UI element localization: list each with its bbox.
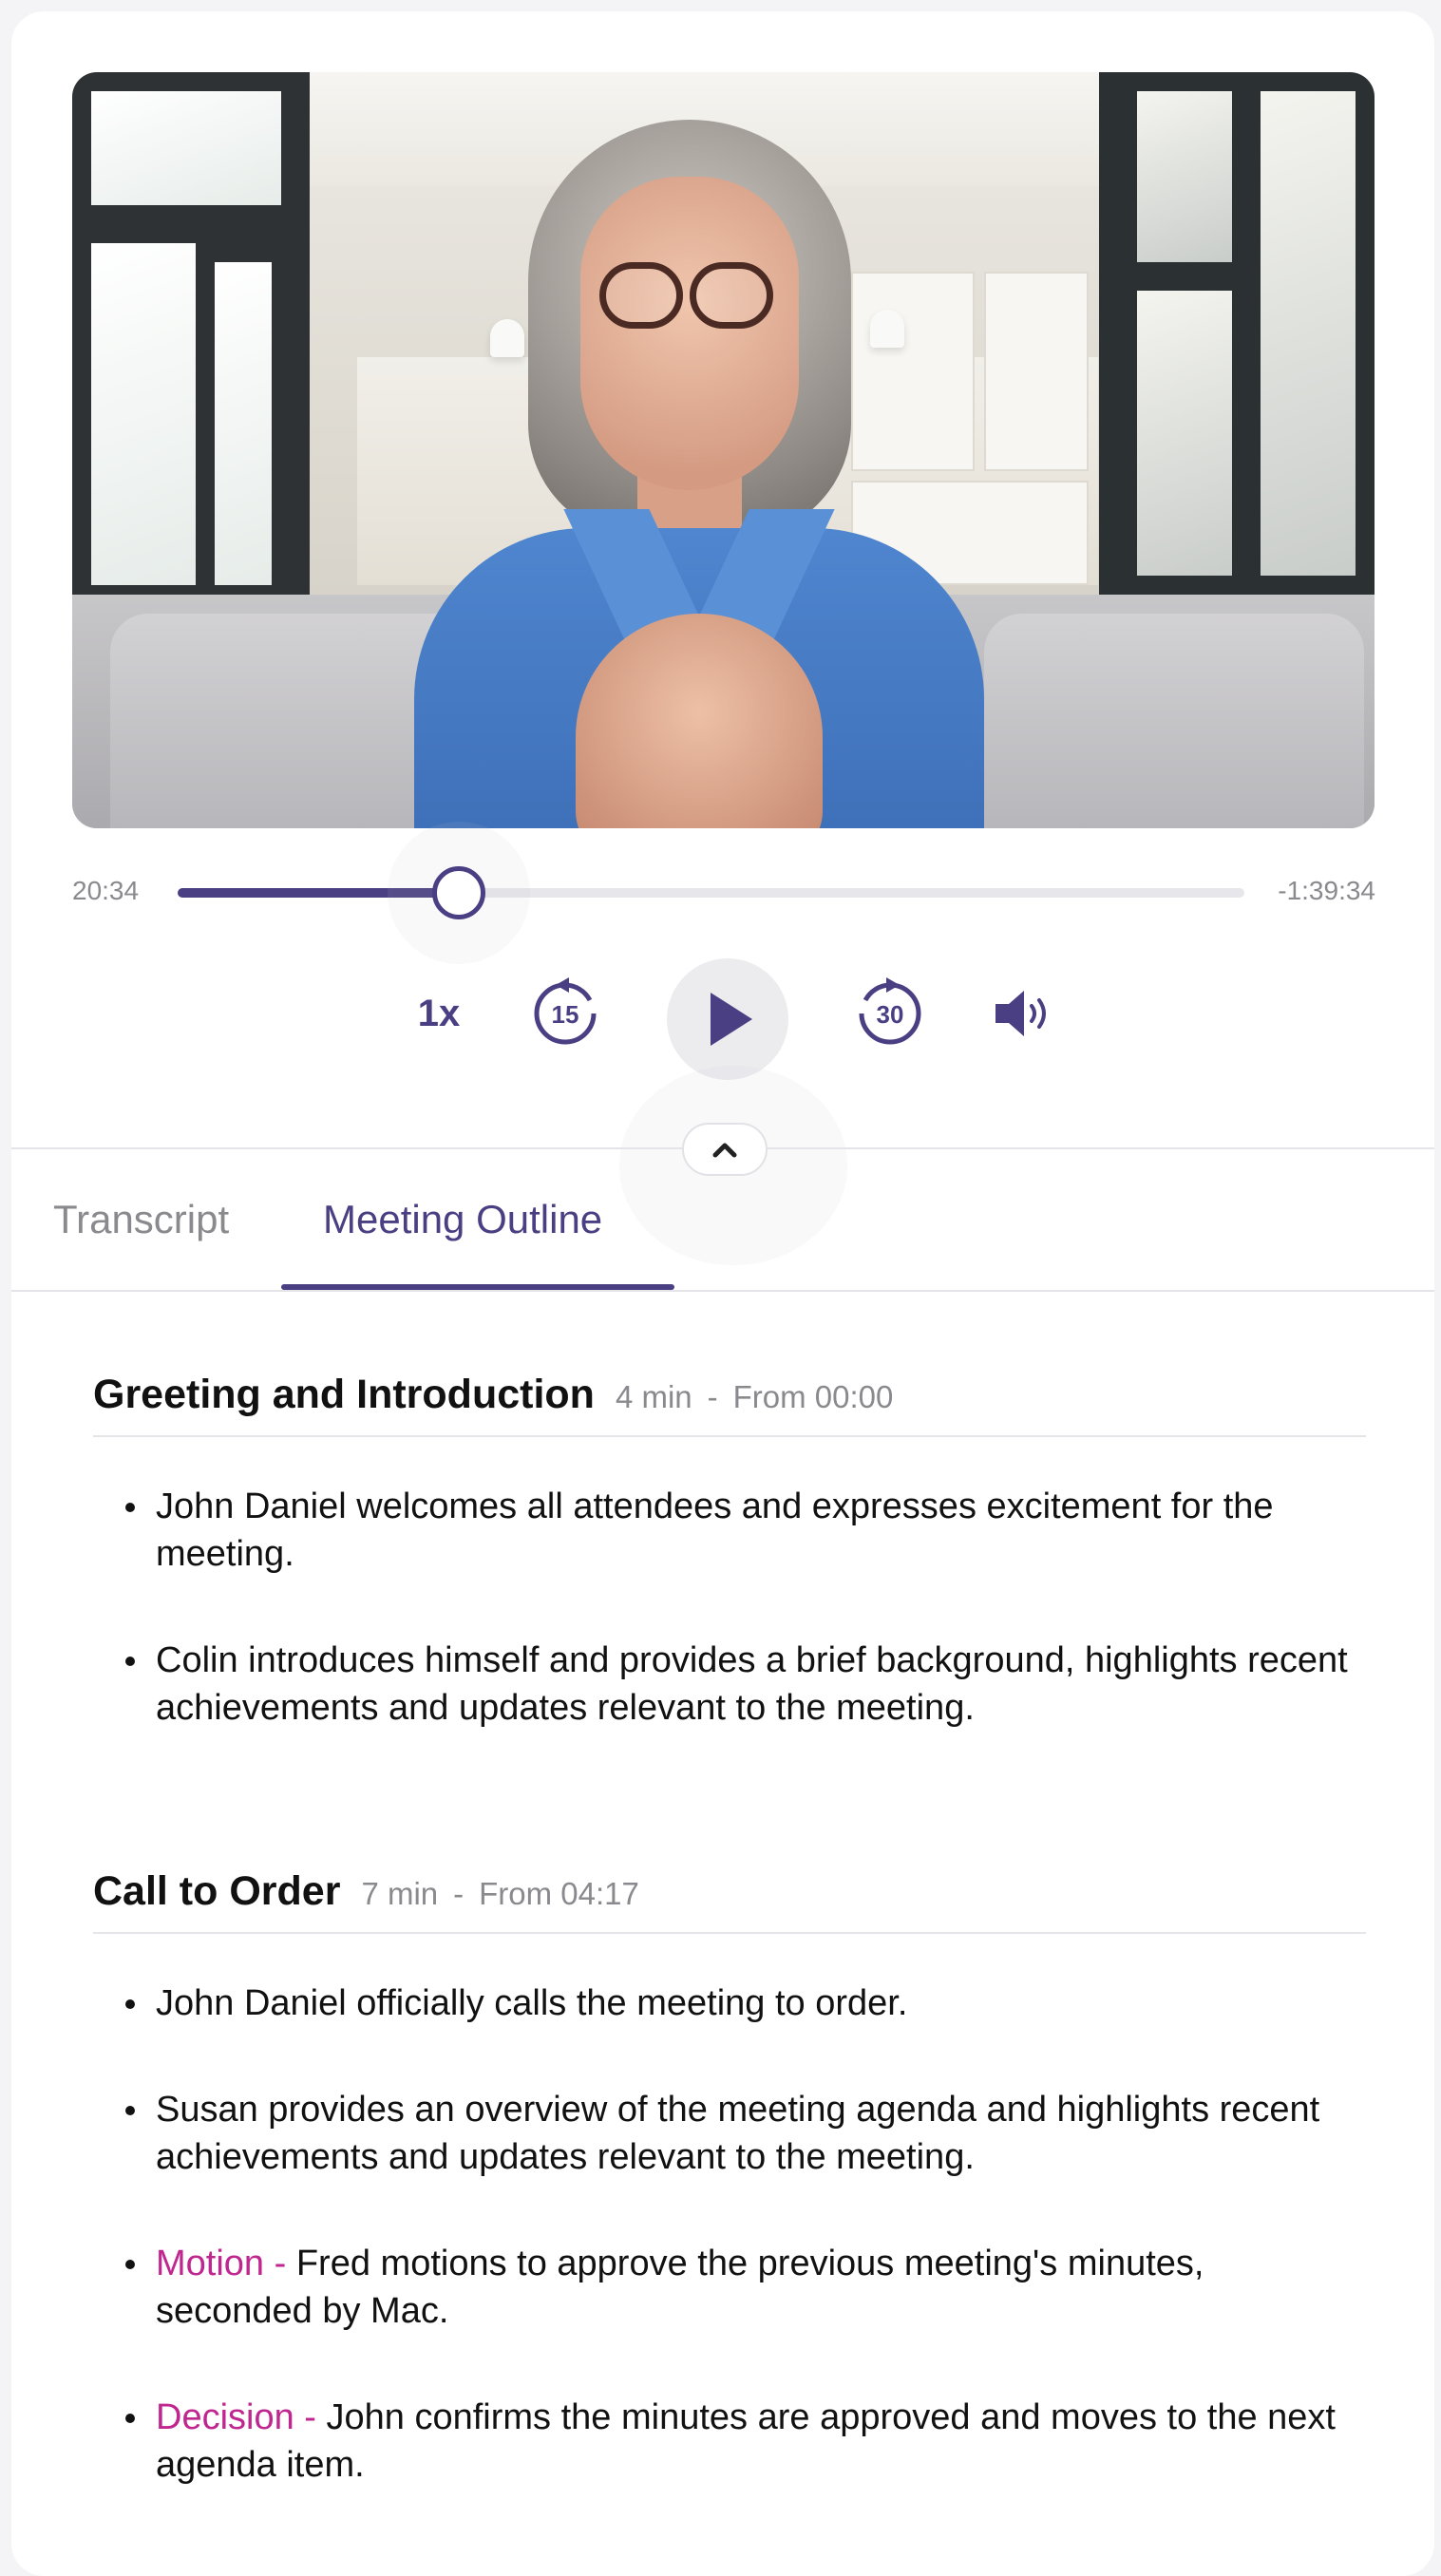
play-button[interactable] xyxy=(667,958,788,1080)
bullet xyxy=(125,1999,135,2009)
section-meta: 7 min - From 04:17 xyxy=(361,1876,638,1912)
outline-item-list: John Daniel officially calls the meeting… xyxy=(93,1979,1366,2489)
video-speaker xyxy=(414,120,984,828)
video-background-door xyxy=(1099,72,1375,604)
skip-forward-label: 30 xyxy=(876,1000,904,1029)
bullet xyxy=(125,2414,135,2423)
section-separator: - xyxy=(707,1379,718,1414)
video-frame[interactable] xyxy=(72,72,1375,828)
bullet xyxy=(125,2260,135,2269)
outline-section: Call to Order 7 min - From 04:17 John Da… xyxy=(93,1868,1366,2548)
meeting-player-card: 20:34 -1:39:34 1x 15 30 Transcript Meeti… xyxy=(11,11,1434,2576)
outline-item-motion: Motion - Fred motions to approve the pre… xyxy=(93,2240,1356,2335)
section-header: Greeting and Introduction 4 min - From 0… xyxy=(93,1372,1366,1437)
outline-item: Susan provides an overview of the meetin… xyxy=(93,2086,1356,2181)
section-header: Call to Order 7 min - From 04:17 xyxy=(93,1868,1366,1934)
tab-transcript[interactable]: Transcript xyxy=(53,1197,229,1242)
tabs-divider xyxy=(11,1290,1434,1292)
motion-tag: Motion - xyxy=(156,2244,287,2283)
section-start-time[interactable]: From 00:00 xyxy=(733,1379,894,1415)
playback-speed-button[interactable]: 1x xyxy=(401,985,477,1042)
section-duration: 4 min xyxy=(615,1379,692,1414)
video-background-window xyxy=(72,72,310,623)
outline-item-text: Fred motions to approve the previous mee… xyxy=(156,2244,1204,2331)
remaining-time: -1:39:34 xyxy=(1278,876,1375,905)
decision-tag: Decision - xyxy=(156,2397,316,2437)
bullet xyxy=(125,1657,135,1666)
progress-track[interactable] xyxy=(178,822,1244,964)
outline-item-decision: Decision - John confirms the minutes are… xyxy=(93,2394,1356,2489)
outline-item-text: John confirms the minutes are approved a… xyxy=(156,2397,1336,2485)
chevron-up-icon xyxy=(712,1143,737,1158)
bullet xyxy=(125,1503,135,1512)
volume-icon xyxy=(995,991,1046,1036)
section-start-time[interactable]: From 04:17 xyxy=(479,1876,639,1912)
bullet xyxy=(125,2106,135,2115)
outline-item-list: John Daniel welcomes all attendees and e… xyxy=(93,1483,1366,1732)
outline-item: John Daniel welcomes all attendees and e… xyxy=(93,1483,1356,1578)
outline-item: Colin introduces himself and provides a … xyxy=(93,1637,1356,1732)
outline-item: John Daniel officially calls the meeting… xyxy=(93,1979,1356,2027)
collapse-player-button[interactable] xyxy=(682,1123,768,1176)
elapsed-time: 20:34 xyxy=(72,876,140,905)
play-icon xyxy=(711,993,752,1046)
section-title: Call to Order xyxy=(93,1868,341,1914)
section-separator: - xyxy=(453,1876,465,1911)
skip-back-button[interactable]: 15 xyxy=(527,975,603,1051)
skip-back-label: 15 xyxy=(551,1000,579,1029)
outline-item-text: John Daniel welcomes all attendees and e… xyxy=(156,1487,1274,1574)
outline-item-text: Colin introduces himself and provides a … xyxy=(156,1640,1348,1728)
outline-item-text: John Daniel officially calls the meeting… xyxy=(156,1983,908,2023)
skip-forward-button[interactable]: 30 xyxy=(852,975,928,1051)
section-meta: 4 min - From 00:00 xyxy=(616,1379,893,1415)
outline-section: Greeting and Introduction 4 min - From 0… xyxy=(93,1372,1366,1790)
volume-button[interactable] xyxy=(985,980,1061,1047)
section-duration: 7 min xyxy=(361,1876,439,1911)
tab-meeting-outline[interactable]: Meeting Outline xyxy=(323,1197,602,1242)
section-title: Greeting and Introduction xyxy=(93,1372,595,1417)
outline-item-text: Susan provides an overview of the meetin… xyxy=(156,2090,1320,2177)
